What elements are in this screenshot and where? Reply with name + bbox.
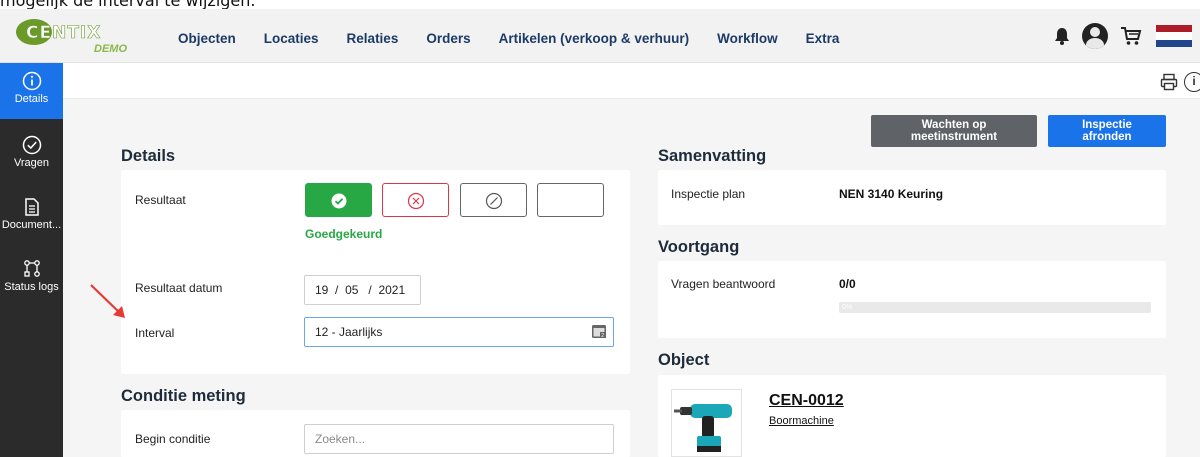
finish-inspection-button[interactable]: Inspectie afronden bbox=[1048, 115, 1166, 147]
top-navbar: CENTIX DEMO Objecten Locaties Relaties O… bbox=[0, 9, 1200, 63]
sidebar-label-vragen: Vragen bbox=[13, 157, 50, 169]
user-icon-head bbox=[1090, 27, 1100, 37]
document-icon bbox=[24, 198, 39, 216]
date-year: 2021 bbox=[378, 283, 406, 297]
object-thumbnail[interactable] bbox=[671, 389, 742, 457]
sub-toolbar: i bbox=[63, 63, 1200, 99]
centix-logo[interactable]: CENTIX DEMO bbox=[10, 15, 140, 59]
sidebar: Details Vragen Document... Status logs bbox=[0, 63, 63, 457]
nav-orders[interactable]: Orders bbox=[426, 31, 470, 46]
sidebar-item-documenten[interactable]: Document... bbox=[0, 189, 63, 245]
result-empty-button[interactable] bbox=[537, 183, 604, 217]
result-status: Goedgekeurd bbox=[305, 227, 383, 241]
flag-white bbox=[1156, 32, 1192, 40]
progress-bar: 0% bbox=[839, 302, 1151, 313]
nav-objecten[interactable]: Objecten bbox=[178, 31, 236, 46]
result-date-input[interactable]: 19 / 05 / 2021 bbox=[304, 275, 421, 305]
progress-percent: 0% bbox=[842, 304, 853, 311]
print-icon[interactable] bbox=[1160, 73, 1178, 91]
interval-value: 12 - Jaarlijks bbox=[315, 325, 383, 339]
result-rejected-button[interactable] bbox=[382, 183, 449, 217]
sidebar-label-status-logs: Status logs bbox=[4, 281, 59, 293]
annotation-arrow bbox=[90, 284, 125, 318]
object-code-link[interactable]: CEN-0012 bbox=[769, 392, 844, 410]
x-circle-icon bbox=[407, 192, 425, 210]
info-icon[interactable]: i bbox=[1184, 72, 1200, 92]
nav-relaties[interactable]: Relaties bbox=[347, 31, 399, 46]
progress-card bbox=[658, 261, 1166, 338]
questions-answered-value: 0/0 bbox=[839, 277, 856, 291]
logo-text: CENTIX bbox=[26, 23, 102, 44]
begin-condition-search[interactable]: Zoeken... bbox=[304, 424, 614, 454]
document-caption: mogelijk de interval te wijzigen. bbox=[0, 0, 256, 10]
sidebar-label-documenten: Document... bbox=[1, 219, 62, 231]
calendar-icon[interactable]: 2 bbox=[591, 323, 607, 339]
date-sep-2: / bbox=[361, 283, 376, 297]
cart-icon[interactable] bbox=[1120, 25, 1142, 47]
details-title: Details bbox=[121, 147, 176, 165]
wait-for-instrument-button[interactable]: Wachten op meetinstrument bbox=[871, 115, 1037, 147]
condition-title: Conditie meting bbox=[121, 387, 246, 405]
nav-workflow[interactable]: Workflow bbox=[717, 31, 778, 46]
flag-red bbox=[1156, 25, 1192, 33]
check-circle-icon bbox=[331, 193, 347, 209]
sidebar-item-details[interactable]: Details bbox=[0, 63, 63, 119]
nav-artikelen[interactable]: Artikelen (verkoop & verhuur) bbox=[499, 31, 690, 46]
begin-condition-label: Begin conditie bbox=[135, 432, 211, 446]
sidebar-item-vragen[interactable]: Vragen bbox=[0, 127, 63, 183]
info-icon bbox=[22, 71, 41, 91]
result-not-applicable-button[interactable] bbox=[460, 183, 527, 217]
inspection-plan-value: NEN 3140 Keuring bbox=[839, 187, 944, 201]
logo-subtitle: DEMO bbox=[94, 43, 127, 55]
interval-input[interactable]: 12 - Jaarlijks 2 bbox=[304, 317, 614, 347]
object-description-link[interactable]: Boormachine bbox=[769, 415, 834, 427]
result-date-label: Resultaat datum bbox=[135, 281, 223, 295]
date-day: 19 bbox=[315, 283, 329, 297]
sidebar-label-details: Details bbox=[14, 93, 49, 105]
user-icon-body bbox=[1086, 38, 1104, 49]
bell-icon[interactable] bbox=[1054, 27, 1070, 45]
slash-circle-icon bbox=[485, 192, 503, 210]
progress-title: Voortgang bbox=[658, 238, 740, 256]
sidebar-item-status-logs[interactable]: Status logs bbox=[0, 251, 63, 307]
summary-title: Samenvatting bbox=[658, 147, 767, 165]
status-logs-icon bbox=[23, 260, 40, 277]
main-nav: Objecten Locaties Relaties Orders Artike… bbox=[178, 31, 867, 46]
date-sep-1: / bbox=[331, 283, 342, 297]
flag-nl-icon[interactable] bbox=[1156, 25, 1192, 47]
check-circle-icon bbox=[22, 135, 41, 155]
object-title: Object bbox=[658, 351, 710, 369]
questions-answered-label: Vragen beantwoord bbox=[671, 277, 776, 291]
result-approved-button[interactable] bbox=[305, 183, 372, 217]
drill-image bbox=[674, 404, 732, 452]
interval-label: Interval bbox=[135, 326, 175, 340]
svg-text:2: 2 bbox=[601, 333, 604, 339]
date-month: 05 bbox=[345, 283, 359, 297]
nav-locaties[interactable]: Locaties bbox=[264, 31, 319, 46]
inspection-plan-label: Inspectie plan bbox=[671, 187, 746, 201]
user-icon[interactable] bbox=[1082, 23, 1108, 49]
result-label: Resultaat bbox=[135, 193, 186, 207]
flag-blue bbox=[1156, 39, 1192, 47]
begin-condition-placeholder: Zoeken... bbox=[315, 432, 366, 446]
nav-extra[interactable]: Extra bbox=[806, 31, 840, 46]
